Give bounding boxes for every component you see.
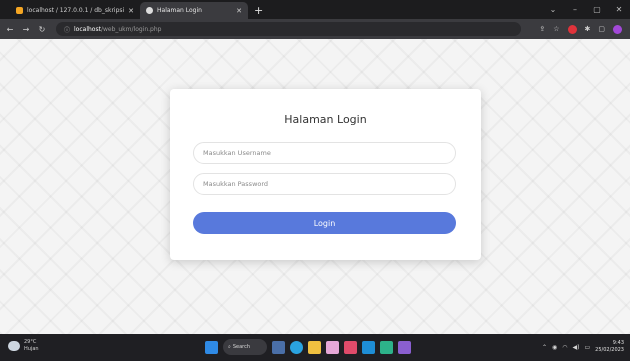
app-icon[interactable] <box>380 340 393 354</box>
vscode-icon[interactable] <box>398 340 411 354</box>
forward-icon[interactable]: → <box>20 25 32 34</box>
extensions-puzzle-icon[interactable]: ✱ <box>585 25 591 33</box>
site-info-icon[interactable]: ⓘ <box>64 25 70 34</box>
clock-time: 9:43 <box>612 340 624 346</box>
chevron-up-icon[interactable]: ⌃ <box>542 344 547 351</box>
system-tray: ⌃ ◉ ◠ ◀) ▭ 9:43 25/02/2023 <box>542 340 624 354</box>
clock-date: 25/02/2023 <box>595 347 624 353</box>
password-input[interactable] <box>193 173 456 195</box>
app-icon[interactable] <box>344 340 357 354</box>
bookmark-star-icon[interactable]: ☆ <box>553 25 559 33</box>
page-background: Halaman Login Login <box>0 39 630 334</box>
login-heading: Halaman Login <box>284 113 367 126</box>
close-tab-icon[interactable]: ✕ <box>236 7 242 15</box>
extension-icon[interactable] <box>567 24 577 34</box>
search-label: Search <box>232 344 250 350</box>
tab-title: localhost / 127.0.0.1 / db_skripsi <box>27 7 125 14</box>
task-view-icon[interactable] <box>272 340 285 354</box>
clock[interactable]: 9:43 25/02/2023 <box>595 340 624 354</box>
tab-halaman-login[interactable]: Halaman Login ✕ <box>140 2 248 19</box>
windows-taskbar: 29°C Hujan ⌕ Search ⌃ ◉ ◠ ◀) ▭ 9:43 25/0… <box>0 334 630 361</box>
weather-widget[interactable]: 29°C Hujan <box>8 339 39 353</box>
search-icon: ⌕ <box>228 344 231 350</box>
tab-title: Halaman Login <box>157 7 202 14</box>
network-icon[interactable]: ◉ <box>552 344 557 351</box>
app-icon[interactable] <box>326 340 339 354</box>
edge-icon[interactable] <box>290 340 303 354</box>
wifi-icon[interactable]: ◠ <box>562 344 567 351</box>
login-card: Halaman Login Login <box>170 89 481 260</box>
browser-tab-strip: localhost / 127.0.0.1 / db_skripsi ✕ Hal… <box>0 0 630 19</box>
side-panel-icon[interactable]: ▢ <box>598 25 605 33</box>
close-tab-icon[interactable]: ✕ <box>128 7 134 15</box>
volume-icon[interactable]: ◀) <box>573 344 580 351</box>
weather-desc: Hujan <box>24 346 39 352</box>
back-icon[interactable]: ← <box>4 25 16 34</box>
battery-icon[interactable]: ▭ <box>585 344 591 351</box>
windows-start-icon[interactable] <box>205 340 218 354</box>
phpmyadmin-icon <box>16 7 23 14</box>
username-input[interactable] <box>193 142 456 164</box>
weather-temp: 29°C <box>24 339 37 345</box>
extensions-area: ⇪ ☆ ✱ ▢ <box>539 19 622 39</box>
profile-avatar[interactable] <box>613 24 622 34</box>
url-path: /web_ukm/login.php <box>100 25 162 33</box>
maximize-icon[interactable]: ▢ <box>586 5 608 14</box>
address-bar[interactable]: ⓘ localhost /web_ukm/login.php <box>56 22 521 36</box>
window-controls: ⌄ – ▢ ✕ <box>542 0 630 19</box>
minimize-icon[interactable]: – <box>564 5 586 14</box>
tab-phpmyadmin[interactable]: localhost / 127.0.0.1 / db_skripsi ✕ <box>10 2 140 19</box>
url-host: localhost <box>74 25 101 33</box>
globe-icon <box>146 7 153 14</box>
cloud-rain-icon <box>8 341 20 351</box>
chevron-down-icon[interactable]: ⌄ <box>542 5 564 14</box>
taskbar-apps: ⌕ Search <box>205 339 411 355</box>
share-icon[interactable]: ⇪ <box>539 25 545 33</box>
file-explorer-icon[interactable] <box>308 340 321 354</box>
login-button[interactable]: Login <box>193 212 456 234</box>
taskbar-search[interactable]: ⌕ Search <box>223 339 267 355</box>
reload-icon[interactable]: ↻ <box>36 25 48 34</box>
new-tab-button[interactable]: + <box>254 2 263 19</box>
close-window-icon[interactable]: ✕ <box>608 5 630 14</box>
address-toolbar: ← → ↻ ⓘ localhost /web_ukm/login.php <box>0 19 630 39</box>
app-icon[interactable] <box>362 340 375 354</box>
